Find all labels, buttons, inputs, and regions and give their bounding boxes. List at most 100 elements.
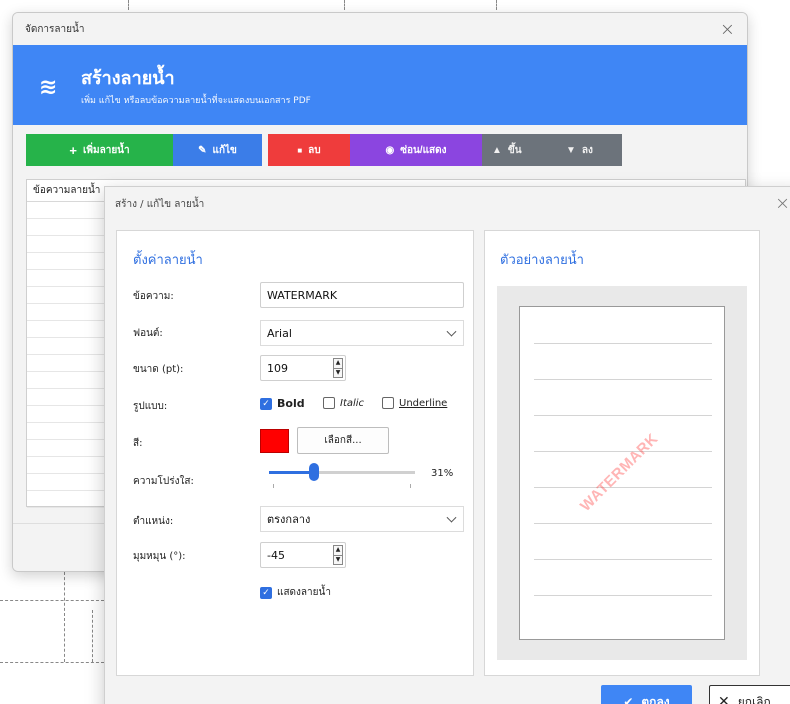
- text-line: [534, 415, 712, 416]
- size-label: ขนาด (pt):: [133, 364, 184, 375]
- text-line: [534, 451, 712, 452]
- bold-label: Bold: [277, 397, 305, 410]
- font-size-stepper[interactable]: 109 ▲ ▼: [260, 355, 346, 381]
- close-icon[interactable]: ×: [775, 193, 790, 214]
- slider-tick: [410, 484, 411, 488]
- document-guide-line: [64, 572, 65, 662]
- preview-canvas: WATERMARK: [497, 286, 747, 660]
- text-line: [534, 379, 712, 380]
- opacity-slider-track[interactable]: [269, 471, 415, 474]
- opacity-slider-fill: [269, 471, 315, 474]
- rotation-label: มุมหมุน (°):: [133, 551, 186, 562]
- add-watermark-button[interactable]: + เพิ่มลายน้ำ: [26, 134, 173, 166]
- rotation-value: -45: [267, 548, 285, 562]
- document-guide-line: [92, 610, 93, 662]
- spin-down-icon[interactable]: ▼: [334, 367, 342, 378]
- settings-heading: ตั้งค่าลายน้ำ: [133, 253, 203, 268]
- pencil-icon: ✎: [198, 144, 207, 156]
- spin-down-icon[interactable]: ▼: [334, 554, 342, 565]
- trash-icon: ■: [297, 145, 303, 155]
- chevron-down-icon: [446, 512, 457, 523]
- eye-icon: ◉: [385, 144, 395, 156]
- spin-buttons[interactable]: ▲ ▼: [333, 358, 343, 378]
- check-icon: ✔: [623, 695, 634, 704]
- underline-checkbox[interactable]: Underline: [382, 397, 447, 409]
- close-icon: ✕: [718, 694, 730, 704]
- bold-checkbox[interactable]: ✓ Bold: [260, 397, 305, 410]
- text-label: ข้อความ:: [133, 291, 174, 302]
- arrow-down-icon: ▼: [566, 144, 576, 156]
- page-subtitle: เพิ่ม แก้ไข หรือลบข้อความลายน้ำที่จะแสดง…: [81, 96, 311, 106]
- cancel-button[interactable]: ✕ ยกเลิก: [709, 685, 790, 704]
- move-down-label: ลง: [581, 144, 593, 156]
- italic-checkbox[interactable]: Italic: [323, 397, 364, 409]
- color-label: สี:: [133, 438, 143, 449]
- checkbox-icon: [323, 397, 335, 409]
- preview-panel: ตัวอย่างลายน้ำ WATERMARK: [484, 230, 760, 676]
- slider-tick: [273, 484, 274, 488]
- edit-watermark-dialog: สร้าง / แก้ไข ลายน้ำ × ตั้งค่าลายน้ำ ข้อ…: [104, 186, 790, 704]
- delete-button[interactable]: ■ ลบ: [268, 134, 350, 166]
- close-icon[interactable]: ×: [720, 19, 735, 40]
- checkbox-checked-icon: ✓: [260, 397, 272, 410]
- move-up-label: ขึ้น: [507, 144, 522, 156]
- watermark-preview-text: WATERMARK: [577, 430, 662, 515]
- checkbox-checked-icon: ✓: [260, 586, 272, 599]
- text-line: [534, 343, 712, 344]
- window-title: จัดการลายน้ำ: [13, 13, 747, 45]
- spin-buttons[interactable]: ▲ ▼: [333, 545, 343, 565]
- position-value: ตรงกลาง: [267, 513, 311, 526]
- opacity-value: 31%: [431, 468, 454, 479]
- document-guide-line: [0, 600, 104, 601]
- edit-button[interactable]: ✎ แก้ไข: [173, 134, 262, 166]
- document-guide-line: [128, 0, 129, 10]
- rotation-stepper[interactable]: -45 ▲ ▼: [260, 542, 346, 568]
- cancel-label: ยกเลิก: [737, 694, 771, 704]
- toggle-visibility-label: ซ่อน/แสดง: [400, 144, 447, 156]
- document-guide-line: [0, 662, 104, 663]
- document-guide-line: [344, 0, 345, 10]
- plus-icon: +: [69, 142, 77, 158]
- toggle-visibility-button[interactable]: ◉ ซ่อน/แสดง: [350, 134, 482, 166]
- move-down-button[interactable]: ▼ ลง: [552, 134, 622, 166]
- ok-label: ตกลง: [641, 694, 670, 704]
- opacity-label: ความโปร่งใส:: [133, 476, 194, 487]
- edit-label: แก้ไข: [212, 144, 237, 156]
- style-label: รูปแบบ:: [133, 401, 168, 412]
- checkbox-icon: [382, 397, 394, 409]
- text-line: [534, 559, 712, 560]
- show-watermark-label: แสดงลายน้ำ: [277, 587, 331, 598]
- page-title: สร้างลายน้ำ: [81, 68, 175, 89]
- font-value: Arial: [267, 326, 292, 340]
- move-up-button[interactable]: ▲ ขึ้น: [482, 134, 552, 166]
- position-label: ตำแหน่ง:: [133, 516, 174, 527]
- font-label: ฟอนต์:: [133, 328, 163, 339]
- preview-page: WATERMARK: [519, 306, 725, 640]
- toolbar: + เพิ่มลายน้ำ ✎ แก้ไข ■ ลบ ◉ ซ่อน/แสดง ▲…: [26, 134, 622, 166]
- header-banner: ≋ สร้างลายน้ำ เพิ่ม แก้ไข หรือลบข้อความล…: [13, 45, 747, 125]
- position-select[interactable]: ตรงกลาง: [260, 506, 464, 532]
- color-swatch[interactable]: [260, 429, 289, 453]
- show-watermark-checkbox[interactable]: ✓ แสดงลายน้ำ: [260, 585, 331, 600]
- opacity-slider-thumb[interactable]: [309, 463, 320, 481]
- text-line: [534, 487, 712, 488]
- font-size-value: 109: [267, 361, 288, 375]
- text-line: [534, 595, 712, 596]
- font-select[interactable]: Arial: [260, 320, 464, 346]
- dialog-title: สร้าง / แก้ไข ลายน้ำ: [115, 198, 205, 210]
- text-line: [534, 523, 712, 524]
- italic-label: Italic: [340, 397, 365, 409]
- spin-up-icon[interactable]: ▲: [334, 546, 342, 555]
- spin-up-icon[interactable]: ▲: [334, 359, 342, 368]
- add-watermark-label: เพิ่มลายน้ำ: [82, 144, 130, 156]
- delete-label: ลบ: [308, 144, 321, 156]
- document-guide-line: [496, 0, 497, 10]
- chevron-down-icon: [446, 326, 457, 337]
- pick-color-button[interactable]: เลือกสี...: [297, 427, 389, 454]
- underline-label: Underline: [399, 397, 448, 409]
- arrow-up-icon: ▲: [492, 144, 502, 156]
- watermark-text-input[interactable]: WATERMARK: [260, 282, 464, 308]
- ok-button[interactable]: ✔ ตกลง: [601, 685, 692, 704]
- waves-icon: ≋: [39, 75, 58, 100]
- preview-heading: ตัวอย่างลายน้ำ: [500, 253, 584, 268]
